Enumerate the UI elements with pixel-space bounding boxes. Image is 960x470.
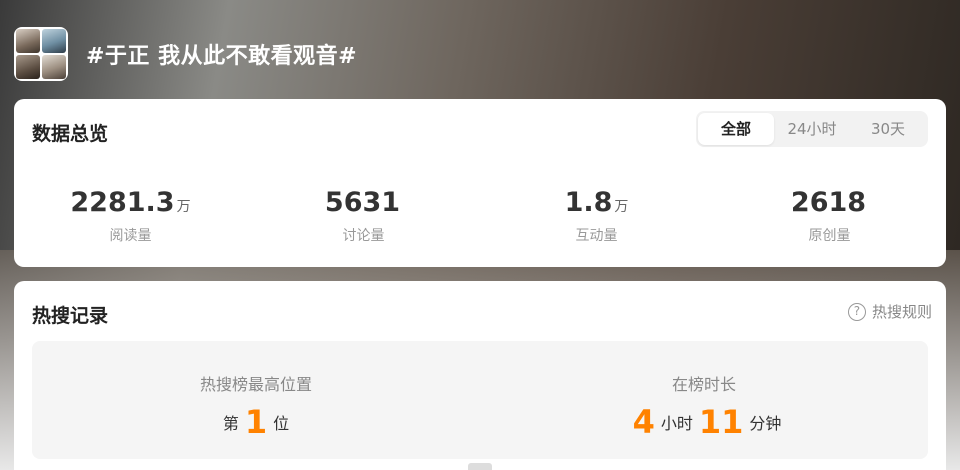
stat-discussions: 5631 讨论量 bbox=[247, 187, 480, 245]
stat-unit: 万 bbox=[614, 199, 629, 215]
topic-title: #于正 我从此不敢看观音# bbox=[86, 44, 358, 69]
stat-value: 1.8 bbox=[564, 187, 613, 218]
stat-value: 2618 bbox=[790, 187, 867, 218]
tab-24h[interactable]: 24小时 bbox=[774, 113, 850, 145]
hot-search-card: 热搜记录 ? 热搜规则 热搜榜最高位置 第1位 在榜时长 4 小时 11 分钟 bbox=[14, 281, 946, 470]
stat-label: 讨论量 bbox=[342, 228, 385, 244]
duration-minutes: 11 bbox=[698, 403, 744, 441]
scroll-hint bbox=[468, 463, 492, 470]
highest-position-label: 热搜榜最高位置 bbox=[199, 375, 312, 394]
avatar-photo bbox=[16, 29, 40, 53]
on-list-duration: 在榜时长 4 小时 11 分钟 bbox=[480, 341, 928, 459]
highest-position: 热搜榜最高位置 第1位 bbox=[32, 341, 480, 459]
topic-header: #于正 我从此不敢看观音# bbox=[14, 26, 357, 82]
duration-minutes-unit: 分钟 bbox=[749, 414, 782, 433]
hot-search-rules-link[interactable]: ? 热搜规则 bbox=[847, 301, 932, 322]
stat-label: 原创量 bbox=[808, 228, 851, 244]
stat-label: 互动量 bbox=[575, 228, 618, 244]
position-prefix: 第 bbox=[222, 414, 239, 433]
duration-label: 在榜时长 bbox=[671, 375, 736, 394]
time-range-tabs: 全部 24小时 30天 bbox=[696, 111, 928, 147]
avatar-photo bbox=[42, 29, 66, 53]
help-icon: ? bbox=[847, 302, 866, 321]
overview-card: 数据总览 全部 24小时 30天 2281.3 万 阅读量 5631 讨论量 1.… bbox=[14, 99, 946, 267]
stat-label: 阅读量 bbox=[109, 228, 152, 244]
hot-search-panel: 热搜榜最高位置 第1位 在榜时长 4 小时 11 分钟 bbox=[32, 341, 928, 459]
duration-hours: 4 bbox=[632, 403, 655, 441]
hot-search-title: 热搜记录 bbox=[32, 305, 109, 327]
position-value: 1 bbox=[244, 403, 268, 441]
stat-value: 2281.3 bbox=[70, 187, 175, 218]
tab-30d[interactable]: 30天 bbox=[850, 113, 926, 145]
position-suffix: 位 bbox=[273, 414, 290, 433]
stat-value: 5631 bbox=[324, 187, 401, 218]
avatar-photo bbox=[16, 55, 40, 79]
avatar-photo bbox=[42, 55, 66, 79]
stats-row: 2281.3 万 阅读量 5631 讨论量 1.8 万 互动量 2618 原创量 bbox=[14, 187, 946, 245]
topic-avatar bbox=[14, 27, 68, 81]
stat-unit: 万 bbox=[176, 199, 191, 215]
stat-reads: 2281.3 万 阅读量 bbox=[14, 187, 247, 245]
tab-all[interactable]: 全部 bbox=[698, 113, 774, 145]
stat-interactions: 1.8 万 互动量 bbox=[480, 187, 713, 245]
rules-label: 热搜规则 bbox=[871, 303, 932, 321]
duration-hours-unit: 小时 bbox=[660, 414, 693, 433]
stat-originals: 2618 原创量 bbox=[713, 187, 946, 245]
overview-title: 数据总览 bbox=[32, 123, 109, 145]
